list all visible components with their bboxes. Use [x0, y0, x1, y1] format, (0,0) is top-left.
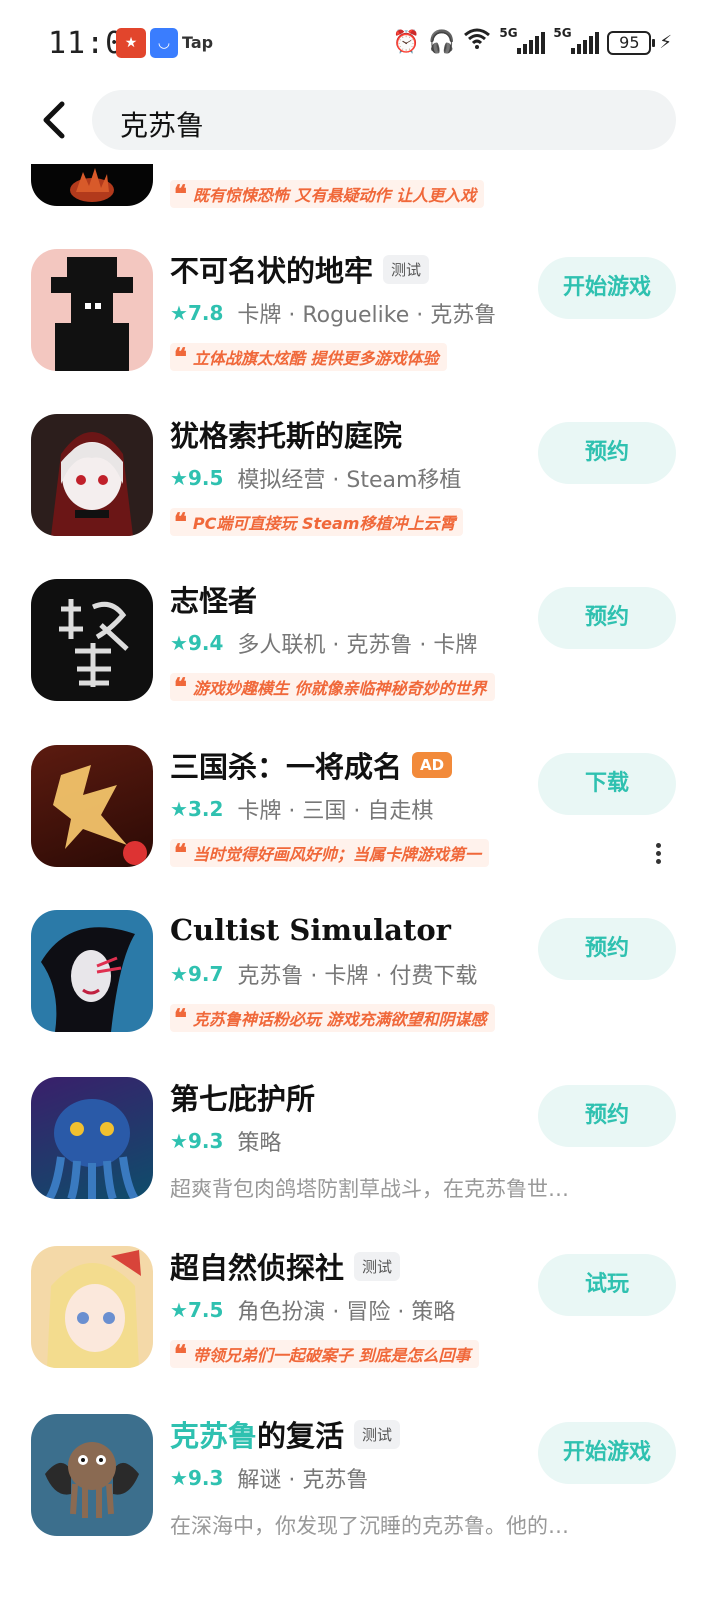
editor-quote: ❝ 立体战旗太炫酷 提供更多游戏体验: [170, 343, 447, 371]
test-badge: 测试: [383, 254, 430, 284]
search-highlight: 克苏鲁: [170, 1419, 258, 1453]
signal-icon: 5G: [499, 26, 546, 54]
download-button[interactable]: 下载: [538, 753, 676, 815]
editor-quote: ❝ 既有惊悚恐怖 又有悬疑动作 让人更入戏: [170, 179, 485, 208]
list-item[interactable]: 第七庇护所 ★9.3 策略 超爽背包肉鸽塔防割草战斗，在克苏鲁世… 预约: [0, 1077, 720, 1242]
game-description: 在深海中，你发现了沉睡的克苏鲁。他的…: [170, 1514, 569, 1538]
editor-quote: ❝ PC端可直接玩 Steam移植冲上云霄: [170, 507, 464, 536]
search-query[interactable]: 克苏鲁: [120, 104, 204, 144]
game-icon[interactable]: [31, 1246, 153, 1368]
game-title[interactable]: 犹格索托斯的庭院: [170, 413, 402, 455]
game-title[interactable]: Cultist Simulator: [170, 913, 451, 947]
quote-icon: ❝: [174, 1003, 187, 1032]
quote-icon: ❝: [174, 507, 187, 536]
more-vertical-icon[interactable]: [650, 841, 666, 865]
trial-button[interactable]: 试玩: [538, 1254, 676, 1316]
quote-icon: ❝: [174, 838, 187, 867]
search-input[interactable]: 克苏鲁: [92, 90, 676, 150]
app-notification-icon: ★: [116, 28, 146, 58]
rating: ★9.5: [170, 466, 224, 490]
game-icon[interactable]: [31, 249, 153, 371]
categories: 克苏鲁 · 卡牌 · 付费下载: [237, 964, 478, 989]
reserve-button[interactable]: 预约: [538, 1085, 676, 1147]
game-title[interactable]: 超自然侦探社: [170, 1245, 344, 1287]
battery-icon: 95: [607, 31, 656, 55]
start-game-button[interactable]: 开始游戏: [538, 1422, 676, 1484]
editor-quote: ❝ 当时觉得好画风好帅；当属卡牌游戏第一: [170, 839, 489, 867]
start-game-button[interactable]: 开始游戏: [538, 257, 676, 319]
game-icon[interactable]: [31, 414, 153, 536]
game-title[interactable]: 不可名状的地牢: [170, 248, 373, 290]
rating: ★7.8: [170, 301, 224, 325]
editor-quote: ❝ 游戏妙趣横生 你就像亲临神秘奇妙的世界: [170, 673, 495, 701]
tap-notification-icon: Tap: [182, 33, 214, 52]
list-item[interactable]: 不可名状的地牢 测试 ★7.8 卡牌 · Roguelike · 克苏鲁 ❝ 立…: [0, 249, 720, 414]
game-icon[interactable]: [31, 1077, 153, 1199]
categories: 卡牌 · 三国 · 自走棋: [237, 799, 434, 824]
list-item[interactable]: Cultist Simulator ★9.7 克苏鲁 · 卡牌 · 付费下载 ❝…: [0, 910, 720, 1075]
test-badge: 测试: [354, 1419, 401, 1449]
quote-icon: ❝: [174, 179, 187, 208]
game-title[interactable]: 志怪者: [170, 578, 257, 620]
test-badge: 测试: [354, 1251, 401, 1281]
rating: ★9.4: [170, 631, 224, 655]
rating: ★9.3: [170, 1466, 224, 1490]
alarm-icon: ⏰: [392, 30, 420, 55]
categories: 解谜 · 克苏鲁: [237, 1468, 369, 1493]
list-item[interactable]: 三国杀：一将成名 AD ★3.2 卡牌 · 三国 · 自走棋 ❝ 当时觉得好画风…: [0, 745, 720, 910]
search-header: 克苏鲁: [0, 84, 720, 164]
status-bar: 11:09 ★ ◡ Tap ⏰ 🎧 5G 5G 95 ⚡: [0, 0, 720, 84]
categories: 策略: [237, 1131, 282, 1156]
game-title[interactable]: 三国杀：一将成名: [170, 744, 402, 786]
categories: 多人联机 · 克苏鲁 · 卡牌: [237, 633, 478, 658]
wifi-icon: [463, 26, 491, 60]
rating: ★7.5: [170, 1298, 224, 1322]
editor-quote: ❝ 克苏鲁神话粉必玩 游戏充满欲望和阴谋感: [170, 1004, 495, 1032]
app-notification-icon: ◡: [150, 28, 178, 58]
list-item[interactable]: 犹格索托斯的庭院 ★9.5 模拟经营 · Steam移植 ❝ PC端可直接玩 S…: [0, 414, 720, 579]
game-icon[interactable]: [31, 745, 153, 867]
charging-icon: ⚡: [659, 32, 672, 53]
editor-quote: ❝ 带领兄弟们一起破案子 到底是怎么回事: [170, 1340, 479, 1368]
rating: ★9.7: [170, 962, 224, 986]
signal-icon: 5G: [553, 26, 600, 54]
list-item[interactable]: 超自然侦探社 测试 ★7.5 角色扮演 · 冒险 · 策略 ❝ 带领兄弟们一起破…: [0, 1246, 720, 1411]
game-icon[interactable]: [31, 910, 153, 1032]
game-title[interactable]: 第七庇护所: [170, 1076, 315, 1118]
game-icon[interactable]: [31, 579, 153, 701]
quote-icon: ❝: [174, 342, 187, 371]
headphones-icon: 🎧: [427, 30, 456, 55]
categories: 角色扮演 · 冒险 · 策略: [237, 1300, 456, 1325]
reserve-button[interactable]: 预约: [538, 918, 676, 980]
reserve-button[interactable]: 预约: [538, 587, 676, 649]
categories: 卡牌 · Roguelike · 克苏鲁: [237, 303, 497, 328]
game-title[interactable]: 克苏鲁的复活: [170, 1413, 344, 1455]
list-item[interactable]: 克苏鲁的复活 测试 ★9.3 解谜 · 克苏鲁 在深海中，你发现了沉睡的克苏鲁。…: [0, 1414, 720, 1579]
rating: ★3.2: [170, 797, 224, 821]
quote-icon: ❝: [174, 672, 187, 701]
list-item[interactable]: 志怪者 ★9.4 多人联机 · 克苏鲁 · 卡牌 ❝ 游戏妙趣横生 你就像亲临神…: [0, 579, 720, 744]
game-icon[interactable]: [31, 1414, 153, 1536]
chevron-left-icon[interactable]: [34, 98, 74, 142]
categories: 模拟经营 · Steam移植: [237, 468, 462, 493]
reserve-button[interactable]: 预约: [538, 422, 676, 484]
quote-icon: ❝: [174, 1339, 187, 1368]
rating: ★9.3: [170, 1129, 224, 1153]
ad-badge: AD: [412, 752, 453, 778]
game-description: 超爽背包肉鸽塔防割草战斗，在克苏鲁世…: [170, 1177, 569, 1201]
